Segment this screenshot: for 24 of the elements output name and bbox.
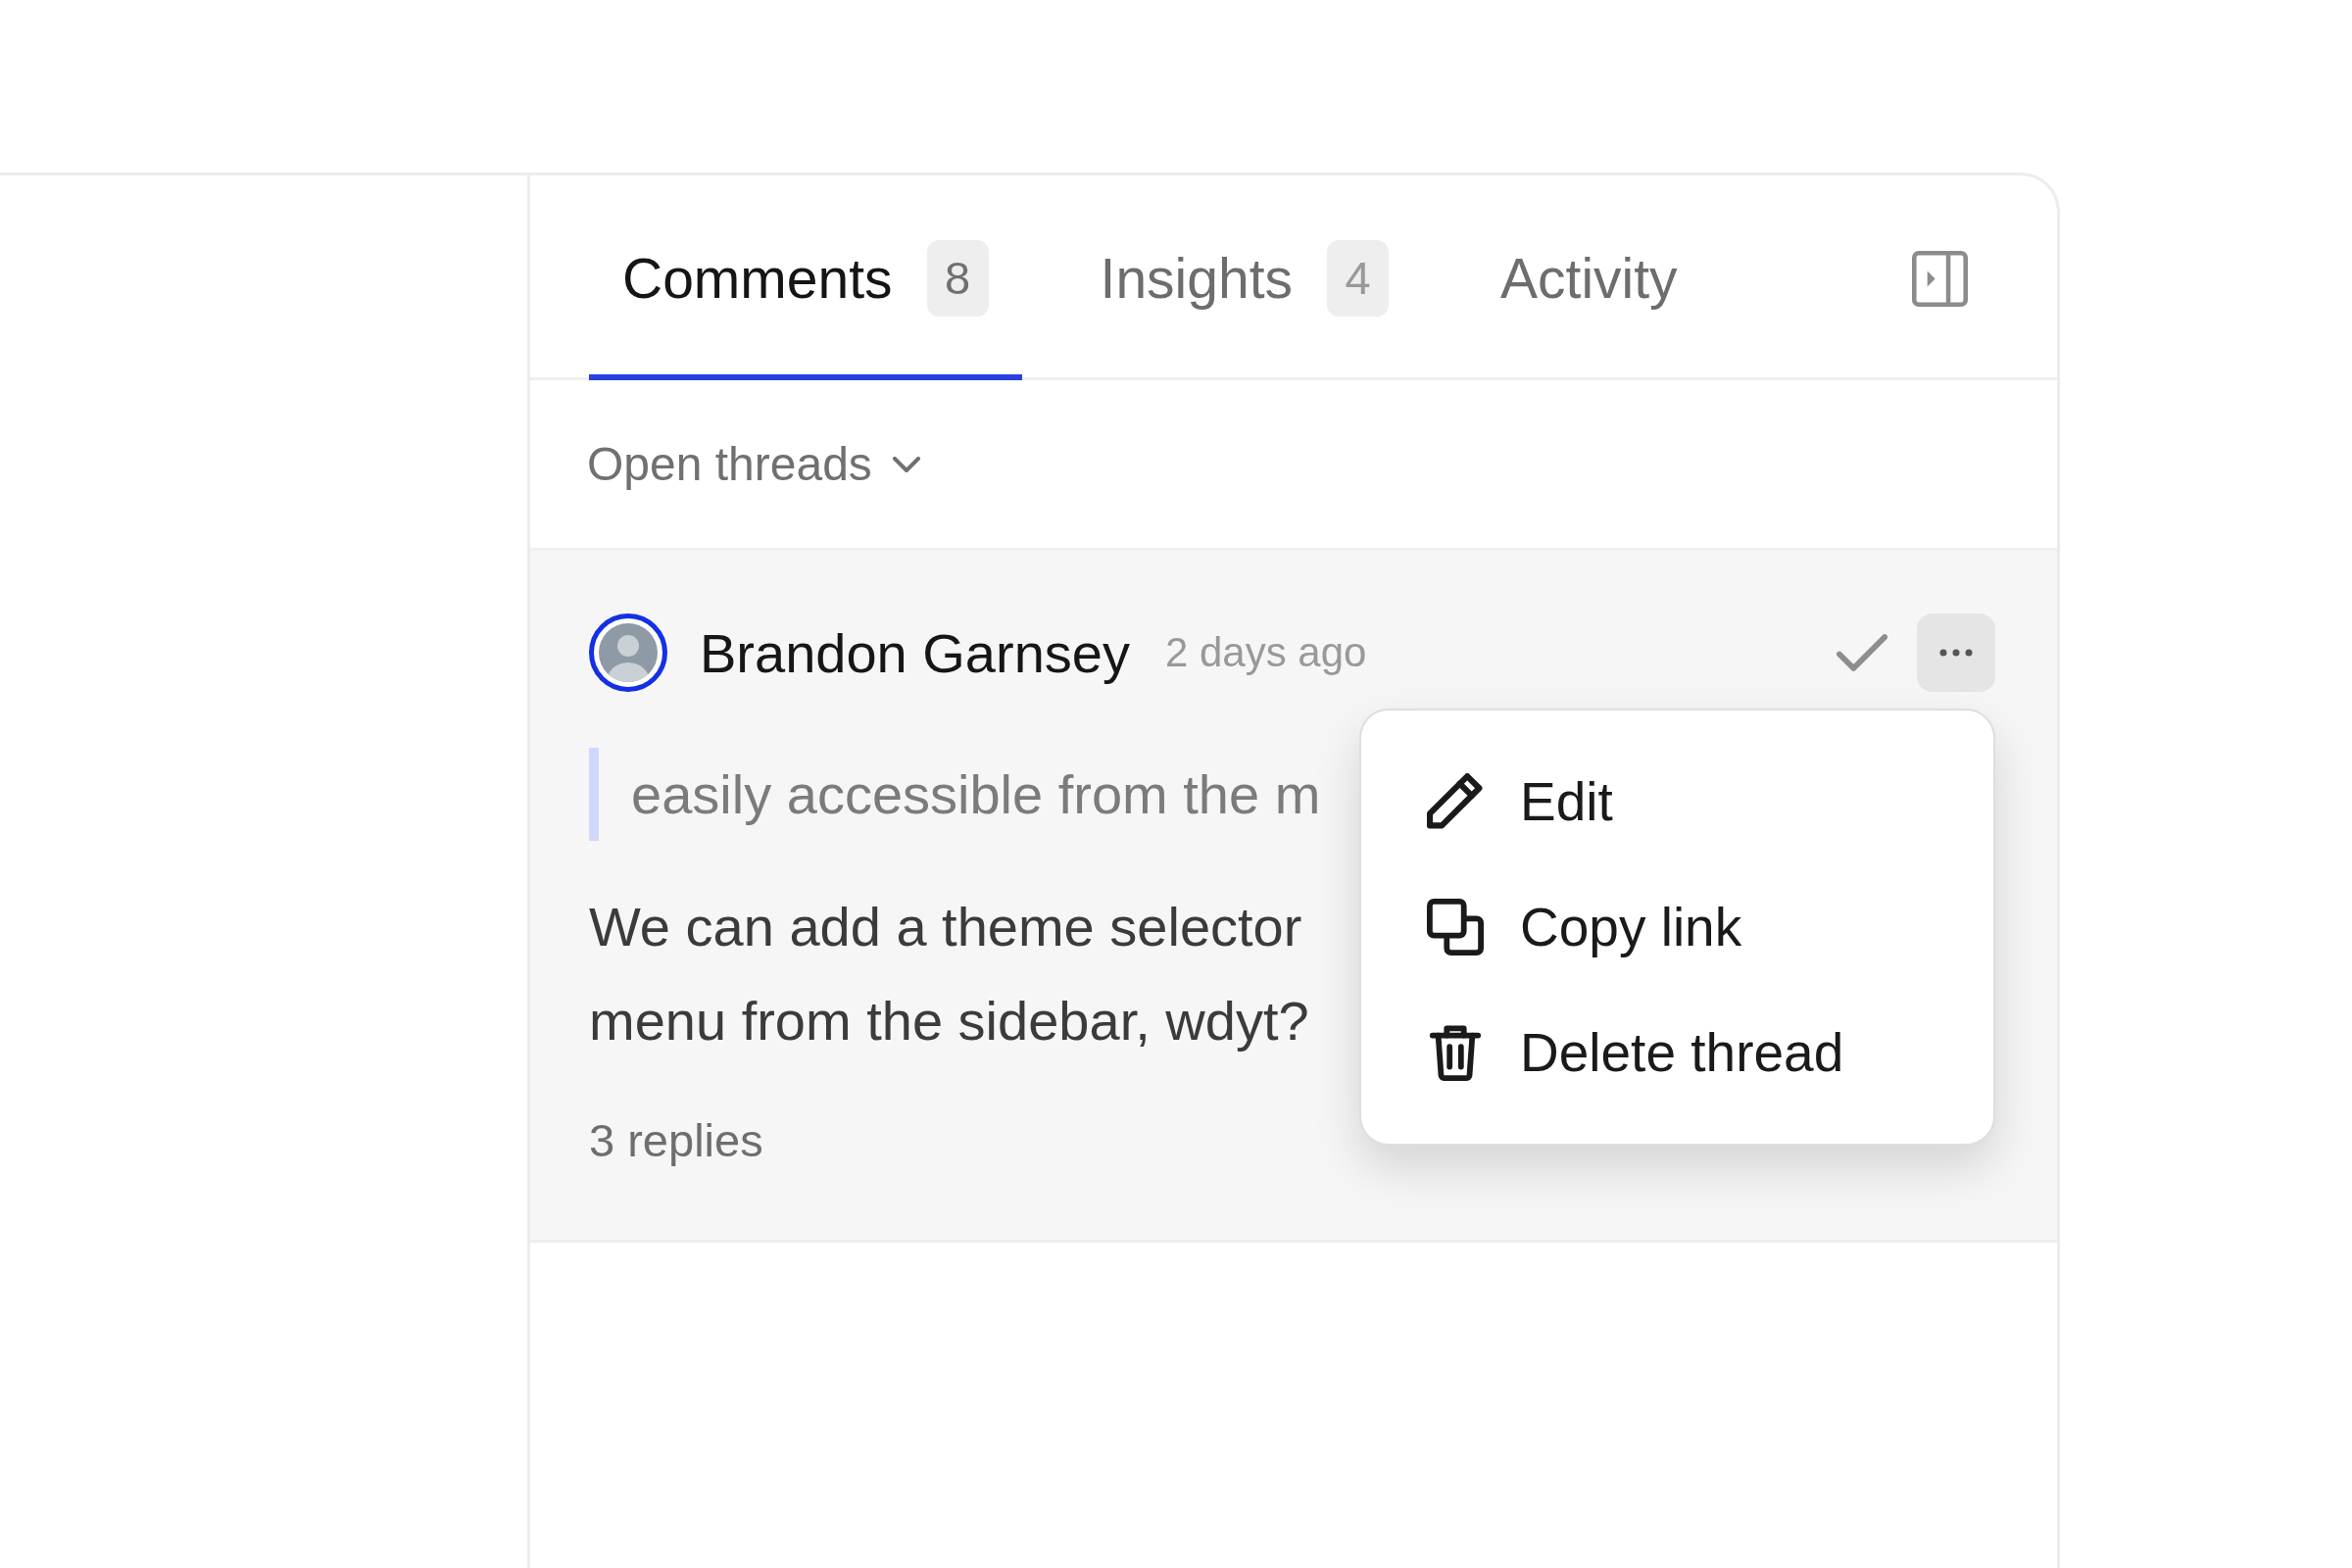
check-icon	[1837, 634, 1887, 671]
menu-item[interactable]: Delete thread	[1361, 990, 1993, 1115]
trash-icon	[1427, 1024, 1484, 1081]
copy-icon	[1427, 899, 1484, 956]
count-badge: 8	[926, 239, 989, 317]
tab[interactable]: Insights 4	[1066, 175, 1423, 380]
timestamp: 2 days ago	[1164, 629, 1367, 676]
replies-link[interactable]: 3 replies	[589, 1111, 763, 1170]
menu-item[interactable]: Copy link	[1361, 864, 1993, 990]
avatar-icon	[589, 613, 667, 692]
count-badge: 4	[1327, 239, 1390, 317]
author-name: Brandon Garnsey	[700, 620, 1130, 685]
comment-text: We can add a theme selector menu from the sidebar, wdyt?	[589, 895, 1309, 1054]
more-button[interactable]	[1917, 613, 1995, 692]
menu-item[interactable]: Edit	[1361, 739, 1993, 864]
ellipsis-icon	[1939, 649, 1973, 657]
quoted-text: easily accessible from the m	[589, 748, 1321, 841]
panel-toggle-icon[interactable]	[1912, 250, 1968, 307]
chevron-down-icon	[891, 456, 921, 472]
pencil-icon	[1427, 773, 1484, 830]
tab[interactable]: Activity	[1467, 175, 1711, 380]
filter-dropdown[interactable]: Open threads	[587, 437, 921, 491]
tab[interactable]: Comments 8	[589, 175, 1022, 380]
resolve-button[interactable]	[1837, 634, 1887, 671]
